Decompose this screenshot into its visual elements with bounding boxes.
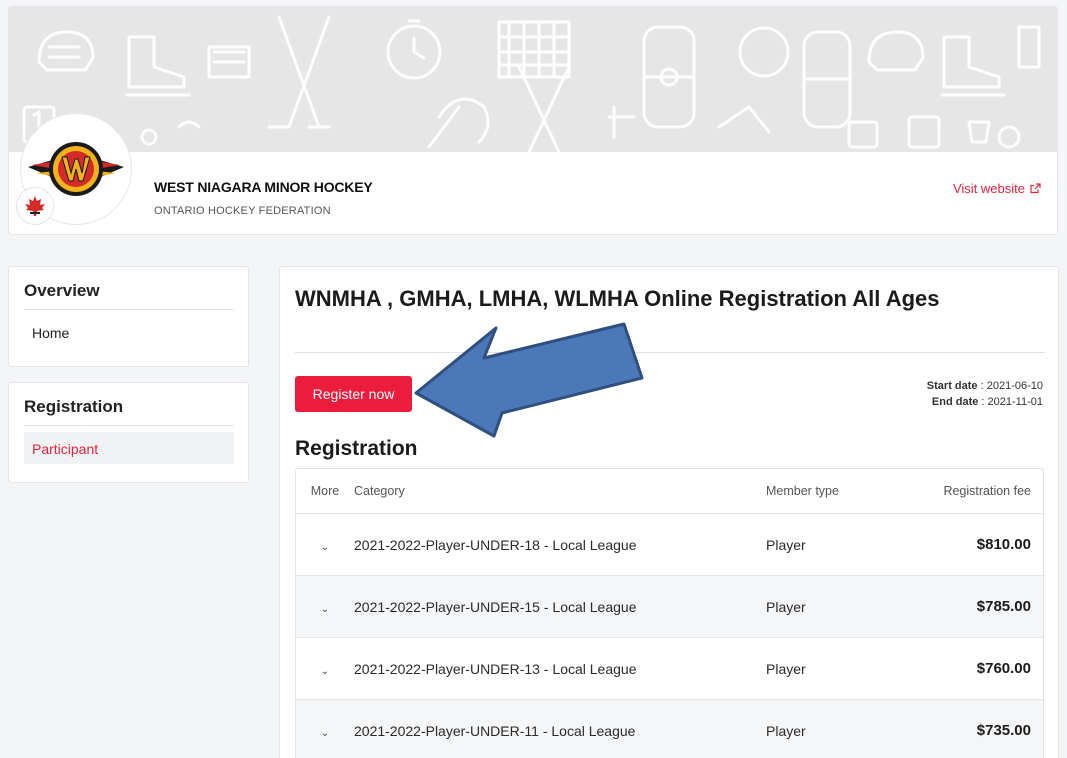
row-category: 2021-2022-Player-UNDER-18 - Local League — [354, 536, 637, 553]
sidebar-item-participant[interactable]: Participant — [24, 432, 234, 464]
row-fee: $735.00 — [976, 722, 1031, 739]
row-fee: $760.00 — [976, 660, 1031, 677]
row-member-type: Player — [766, 598, 806, 615]
register-now-button[interactable]: Register now — [295, 376, 412, 412]
chevron-down-icon[interactable]: ⌄ — [321, 666, 329, 677]
chevron-down-icon[interactable]: ⌄ — [321, 728, 329, 739]
federation-logo — [16, 187, 54, 225]
annotation-arrow-icon — [414, 322, 644, 438]
organization-name: WEST NIAGARA MINOR HOCKEY — [154, 179, 373, 195]
sidebar-overview: Overview Home — [8, 266, 249, 367]
sidebar-overview-title: Overview — [24, 281, 234, 310]
row-category: 2021-2022-Player-UNDER-15 - Local League — [354, 598, 637, 615]
registration-table: More Category Member type Registration f… — [295, 468, 1044, 758]
row-member-type: Player — [766, 722, 806, 739]
title-divider — [295, 352, 1045, 353]
row-member-type: Player — [766, 660, 806, 677]
sidebar-item-home[interactable]: Home — [24, 316, 234, 348]
table-row: ⌄ 2021-2022-Player-UNDER-13 - Local Leag… — [296, 637, 1043, 699]
header-member-type: Member type — [766, 484, 839, 498]
maple-leaf-icon — [25, 196, 45, 216]
row-fee: $810.00 — [976, 536, 1031, 553]
table-header: More Category Member type Registration f… — [296, 469, 1043, 513]
visit-website-link[interactable]: Visit website — [953, 181, 1041, 196]
header-registration-fee: Registration fee — [943, 484, 1031, 498]
row-category: 2021-2022-Player-UNDER-13 - Local League — [354, 660, 637, 677]
sidebar-registration-title: Registration — [24, 397, 234, 426]
federation-name: ONTARIO HOCKEY FEDERATION — [154, 205, 331, 217]
table-row: ⌄ 2021-2022-Player-UNDER-18 - Local Leag… — [296, 513, 1043, 575]
header-more: More — [310, 484, 340, 498]
table-row: ⌄ 2021-2022-Player-UNDER-11 - Local Leag… — [296, 699, 1043, 758]
sidebar-registration: Registration Participant — [8, 382, 249, 483]
hockey-pattern-banner — [9, 7, 1057, 152]
end-date: End date : 2021-11-01 — [931, 396, 1043, 408]
chevron-down-icon[interactable]: ⌄ — [321, 542, 329, 553]
header-category: Category — [354, 484, 405, 498]
row-category: 2021-2022-Player-UNDER-11 - Local League — [354, 722, 636, 739]
hockey-doodle-pattern — [22, 15, 1041, 152]
organization-header: WEST NIAGARA MINOR HOCKEY ONTARIO HOCKEY… — [8, 6, 1058, 235]
row-fee: $785.00 — [976, 598, 1031, 615]
chevron-down-icon[interactable]: ⌄ — [321, 604, 329, 615]
table-row: ⌄ 2021-2022-Player-UNDER-15 - Local Leag… — [296, 575, 1043, 637]
visit-website-label: Visit website — [952, 181, 1025, 196]
registration-dates: Start date : 2021-06-10 End date : 2021-… — [927, 378, 1043, 410]
page-title: WNMHA , GMHA, LMHA, WLMHA Online Registr… — [295, 286, 940, 311]
start-date: Start date : 2021-06-10 — [926, 380, 1043, 392]
registration-section-heading: Registration — [295, 437, 418, 460]
row-member-type: Player — [766, 536, 806, 553]
external-link-icon — [1030, 183, 1041, 194]
